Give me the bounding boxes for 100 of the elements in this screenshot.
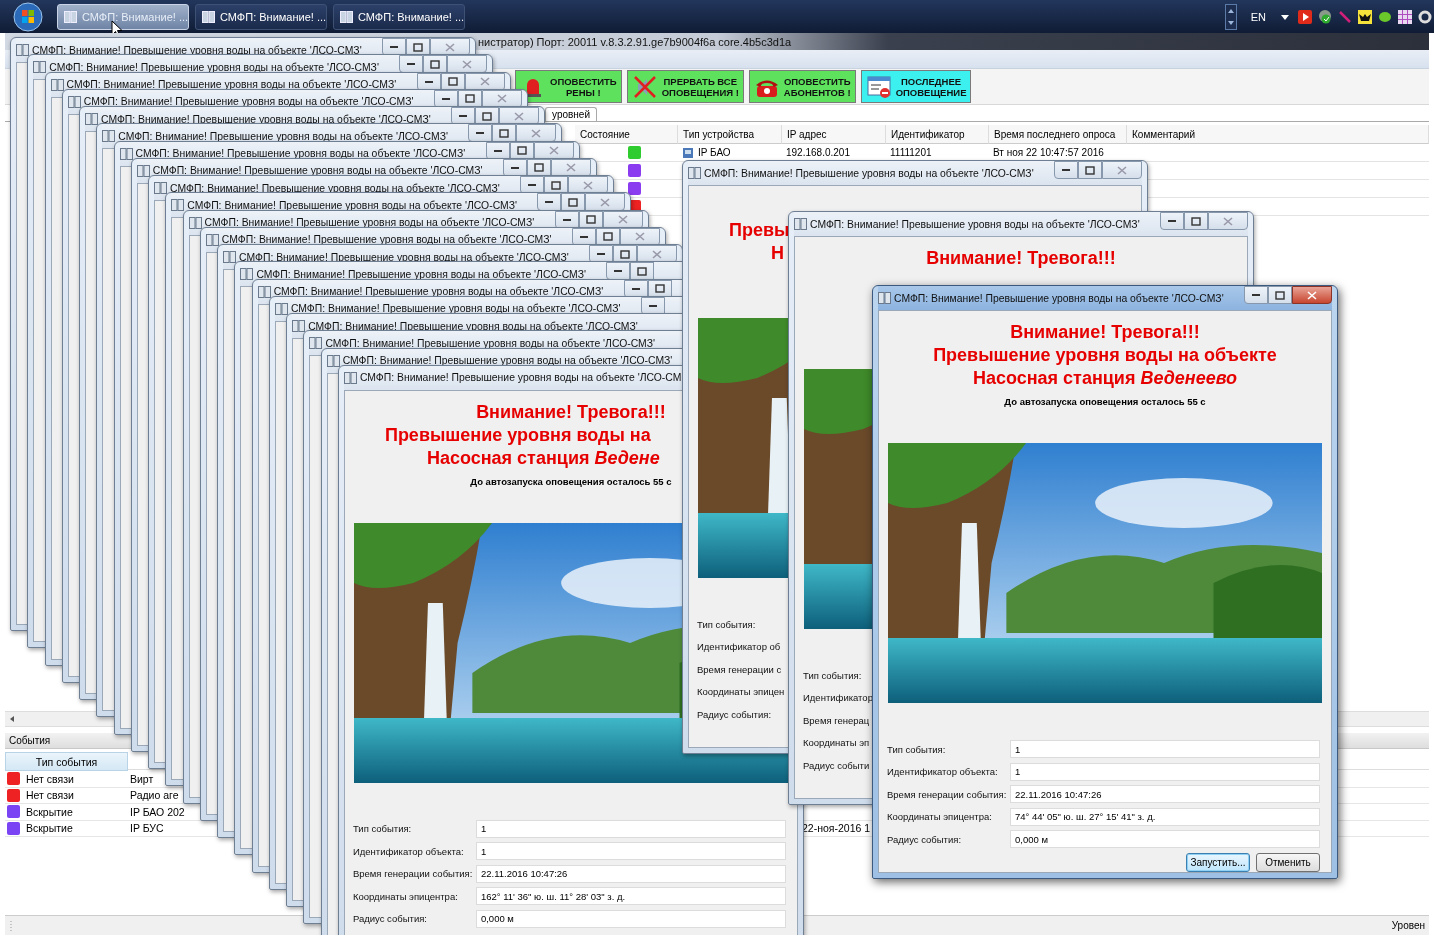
minimize-button[interactable] xyxy=(537,193,562,212)
book-icon xyxy=(223,251,237,263)
field-label: Радиус событи xyxy=(803,759,870,771)
maximize-button[interactable] xyxy=(1078,161,1102,179)
column-header[interactable]: Идентификатор xyxy=(886,125,989,144)
toolbar-button[interactable]: ПОСЛЕДНЕЕ ОПОВЕЩЕНИЕ xyxy=(860,70,972,103)
column-header[interactable]: Комментарий xyxy=(1127,125,1429,144)
speaker-crossed-icon xyxy=(631,73,658,100)
alert-heading: Превышение уровня воды на объекте xyxy=(932,344,1278,367)
maximize-button[interactable] xyxy=(526,158,551,177)
taskbar-button[interactable]: СМФП: Внимание! ... xyxy=(333,3,465,30)
close-button[interactable] xyxy=(550,158,591,177)
maximize-button[interactable] xyxy=(595,227,620,246)
close-button[interactable] xyxy=(481,89,522,108)
table-cell: Вскрытие xyxy=(26,822,73,835)
check-badge-icon[interactable] xyxy=(1318,9,1332,24)
book-icon xyxy=(188,216,202,229)
table-cell: Вирт xyxy=(130,772,154,785)
close-button[interactable] xyxy=(516,124,557,143)
start-button[interactable] xyxy=(13,1,43,32)
book-icon xyxy=(257,285,271,298)
tab[interactable]: уровней xyxy=(545,107,597,121)
field-label: Радиус события: xyxy=(887,833,962,845)
minimize-button[interactable] xyxy=(1054,161,1078,179)
close-icon xyxy=(565,163,576,173)
alert-heading: Н xyxy=(771,242,784,265)
book-icon xyxy=(326,354,340,367)
minimize-button[interactable] xyxy=(571,227,596,246)
table-cell: Вт ноя 22 10:47:57 2016 xyxy=(993,147,1104,158)
column-header[interactable]: Тип события xyxy=(5,752,128,771)
field-label: Идентификатор об xyxy=(697,641,781,652)
input-field[interactable]: 22.11.2016 10:47:26 xyxy=(475,864,786,883)
close-button[interactable] xyxy=(1292,286,1332,304)
input-field[interactable]: 74° 44' 05" ю. ш. 27° 15' 41" з. д. xyxy=(1010,807,1320,826)
maximize-button[interactable] xyxy=(457,89,482,108)
toolbar-button[interactable]: ОПОВЕСТИТЬ АБОНЕНТОВ ! xyxy=(748,70,856,103)
column-header[interactable]: Состояние xyxy=(575,125,678,144)
maximize-button[interactable] xyxy=(630,262,655,281)
minimize-button[interactable] xyxy=(433,89,458,108)
minimize-icon xyxy=(1168,220,1176,222)
maximize-button[interactable] xyxy=(647,279,672,298)
window-title: СМФП: Внимание! Превышение уровня воды на объекте 'ЛСО-СМЗ' xyxy=(187,199,517,211)
input-field[interactable]: 1 xyxy=(475,819,786,838)
input-field[interactable]: 1 xyxy=(1010,740,1320,758)
play-icon[interactable] xyxy=(1298,9,1312,24)
close-button[interactable] xyxy=(585,193,626,212)
dialog-button[interactable]: Отменить xyxy=(1256,853,1320,872)
grid-icon[interactable] xyxy=(1398,9,1412,24)
maximize-button[interactable] xyxy=(509,141,534,160)
maximize-button[interactable] xyxy=(1268,286,1292,304)
close-button[interactable] xyxy=(447,55,488,74)
column-header[interactable]: IP адрес xyxy=(782,125,886,144)
minimize-button[interactable] xyxy=(640,296,665,315)
maximize-button[interactable] xyxy=(440,72,465,91)
table-cell: Радио аге xyxy=(130,789,179,802)
maximize-icon xyxy=(637,266,648,276)
maximize-button[interactable] xyxy=(578,210,603,229)
maximize-button[interactable] xyxy=(1184,212,1208,230)
dialog-button[interactable]: Запустить... xyxy=(1186,853,1250,872)
window-title: СМФП: Внимание! Превышение уровня воды на объекте 'ЛСО-СМЗ' xyxy=(810,218,1140,230)
table-cell: Нет связи xyxy=(26,772,74,785)
minimize-button[interactable] xyxy=(468,124,493,143)
minimize-button[interactable] xyxy=(606,262,631,281)
input-field[interactable]: 1 xyxy=(475,842,786,861)
toolbar-button[interactable]: ОПОВЕСТИТЬ РЕНЫ ! xyxy=(515,70,622,103)
language-indicator[interactable]: EN xyxy=(1250,10,1266,23)
minimize-button[interactable] xyxy=(416,72,441,91)
pen-icon[interactable] xyxy=(1338,9,1352,24)
minimize-button[interactable] xyxy=(1244,286,1268,304)
input-field[interactable]: 1 xyxy=(1010,762,1320,781)
minimize-button[interactable] xyxy=(623,279,648,298)
input-field[interactable]: 0,000 м xyxy=(1010,830,1320,848)
minimize-icon xyxy=(1252,294,1260,296)
minimize-button[interactable] xyxy=(399,55,424,74)
toolbar-button[interactable]: ПРЕРВАТЬ ВСЕ ОПОВЕЩЕНИЯ ! xyxy=(626,70,744,103)
taskbar-button[interactable]: СМФП: Внимание! ... xyxy=(195,3,327,30)
table-cell: Нет связи xyxy=(26,789,74,802)
panel-title: События xyxy=(9,735,51,746)
input-field[interactable]: 22.11.2016 10:47:26 xyxy=(1010,785,1320,803)
minimize-button[interactable] xyxy=(485,141,510,160)
maximize-button[interactable] xyxy=(561,193,586,212)
maximize-button[interactable] xyxy=(423,55,448,74)
close-icon xyxy=(1307,290,1317,300)
book-icon xyxy=(85,113,99,125)
field-label: Радиус события: xyxy=(352,913,427,925)
input-field[interactable]: 0,000 м xyxy=(475,909,786,928)
close-button[interactable] xyxy=(464,72,505,91)
input-field[interactable]: 162° 11' 36" ю. ш. 11° 28' 03" з. д. xyxy=(475,887,786,906)
maximize-icon xyxy=(620,249,631,259)
scroll-arrows-icon[interactable] xyxy=(1224,3,1237,30)
close-button[interactable] xyxy=(619,227,660,246)
column-header[interactable]: Тип устройства xyxy=(678,125,782,144)
field-label: Координаты эп xyxy=(803,737,870,748)
maximize-button[interactable] xyxy=(492,124,517,143)
close-button[interactable] xyxy=(533,141,574,160)
minimize-button[interactable] xyxy=(502,158,527,177)
minimize-button[interactable] xyxy=(554,210,579,229)
close-button[interactable] xyxy=(602,210,643,229)
column-header[interactable]: Время последнего опроса xyxy=(989,125,1127,144)
minimize-button[interactable] xyxy=(1160,212,1184,230)
